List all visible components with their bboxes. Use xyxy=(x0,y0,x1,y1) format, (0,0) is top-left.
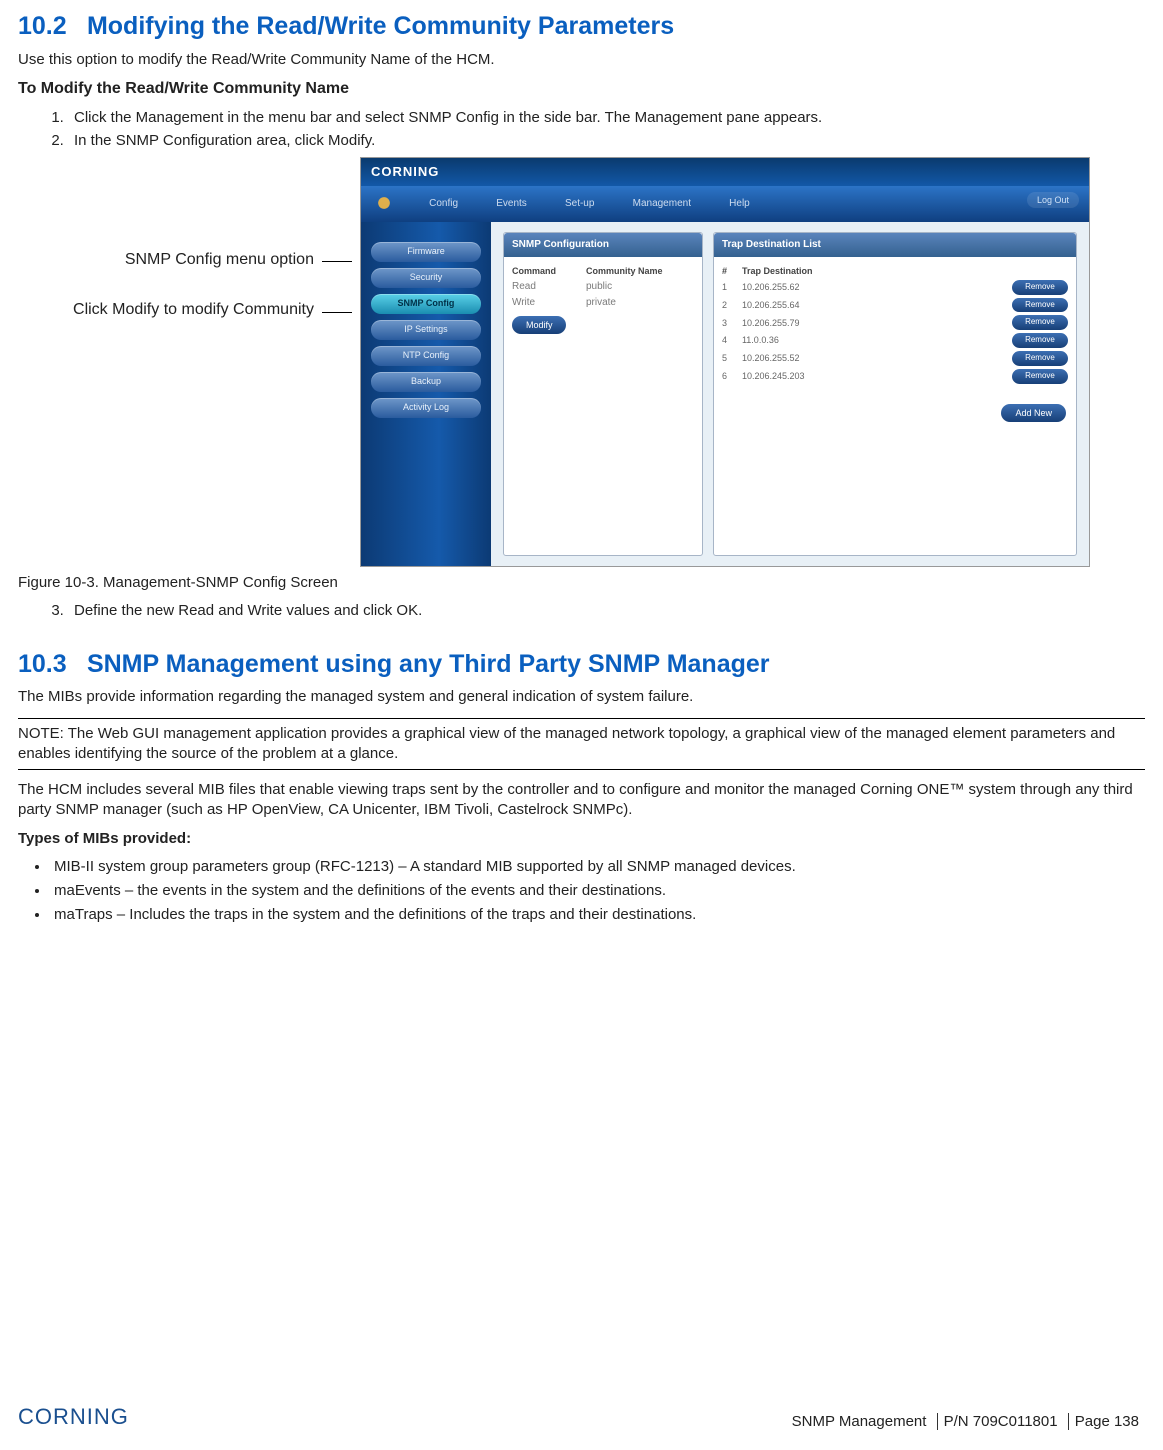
remove-button[interactable]: Remove xyxy=(1012,351,1068,366)
page-footer: CORNING SNMP Management P/N 709C011801 P… xyxy=(18,1402,1145,1432)
trap-destination-pane: Trap Destination List # Trap Destination… xyxy=(713,232,1077,556)
col-command: Command xyxy=(512,265,572,277)
mib-types-list: MIB-II system group parameters group (RF… xyxy=(18,857,1145,926)
annotation-connectors xyxy=(322,157,352,567)
bullet-mib2: MIB-II system group parameters group (RF… xyxy=(50,857,1145,877)
step-3: Define the new Read and Write values and… xyxy=(68,601,1145,621)
top-nav: Config Events Set-up Management Help xyxy=(361,186,1089,222)
footer-chapter: SNMP Management xyxy=(792,1413,933,1430)
logout-button[interactable]: Log Out xyxy=(1027,192,1079,208)
sidebar-item-backup[interactable]: Backup xyxy=(371,372,481,392)
trap-table: # Trap Destination 110.206.255.62Remove … xyxy=(722,265,1068,384)
step-2: In the SNMP Configuration area, click Mo… xyxy=(68,131,1145,151)
snmp-config-pane: SNMP Configuration Command Community Nam… xyxy=(503,232,703,556)
remove-button[interactable]: Remove xyxy=(1012,369,1068,384)
section-103-p1: The MIBs provide information regarding t… xyxy=(18,687,1145,707)
section-103-heading: 10.3 SNMP Management using any Third Par… xyxy=(18,648,1145,682)
remove-button[interactable]: Remove xyxy=(1012,315,1068,330)
annotation-column: SNMP Config menu option Click Modify to … xyxy=(73,157,314,567)
nav-help[interactable]: Help xyxy=(713,187,768,211)
section-102-subhead: To Modify the Read/Write Community Name xyxy=(18,78,1145,100)
remove-button[interactable]: Remove xyxy=(1012,280,1068,295)
modify-button[interactable]: Modify xyxy=(512,316,567,334)
snmp-config-title: SNMP Configuration xyxy=(504,233,702,257)
row-write-cmd: Write xyxy=(512,296,572,310)
footer-logo: CORNING xyxy=(18,1402,129,1432)
nav-home-icon[interactable] xyxy=(361,186,409,211)
sidebar-item-ntp-config[interactable]: NTP Config xyxy=(371,346,481,366)
section-102-heading: 10.2 Modifying the Read/Write Community … xyxy=(18,10,1145,44)
sidebar-item-security[interactable]: Security xyxy=(371,268,481,288)
steps-list-2: Define the new Read and Write values and… xyxy=(18,601,1145,621)
nav-management[interactable]: Management xyxy=(617,187,709,211)
row-read-cmd: Read xyxy=(512,280,572,294)
sidebar-item-activity-log[interactable]: Activity Log xyxy=(371,398,481,418)
row-write-val: private xyxy=(586,296,694,310)
bullet-maevents: maEvents – the events in the system and … xyxy=(50,881,1145,901)
bullet-matraps: maTraps – Includes the traps in the syst… xyxy=(50,905,1145,925)
section-102-number: 10.2 xyxy=(18,10,80,44)
annotation-snmp-config: SNMP Config menu option xyxy=(125,251,314,269)
sidebar-item-firmware[interactable]: Firmware xyxy=(371,242,481,262)
steps-list-1: Click the Management in the menu bar and… xyxy=(18,108,1145,152)
nav-setup[interactable]: Set-up xyxy=(549,187,612,211)
note-block: NOTE: The Web GUI management application… xyxy=(18,718,1145,771)
section-103-title: SNMP Management using any Third Party SN… xyxy=(87,650,770,678)
trap-col-dest: Trap Destination xyxy=(742,265,1012,277)
figure-wrap: SNMP Config menu option Click Modify to … xyxy=(18,157,1145,567)
row-read-val: public xyxy=(586,280,694,294)
trap-list-title: Trap Destination List xyxy=(714,233,1076,257)
app-brand: CORNING xyxy=(361,158,1089,186)
footer-right: SNMP Management P/N 709C011801 Page 138 xyxy=(792,1412,1145,1432)
section-103-number: 10.3 xyxy=(18,648,80,682)
add-new-button[interactable]: Add New xyxy=(1001,404,1066,422)
annotation-modify: Click Modify to modify Community xyxy=(73,301,314,319)
sidebar-item-ip-settings[interactable]: IP Settings xyxy=(371,320,481,340)
footer-page: Page 138 xyxy=(1068,1413,1145,1430)
embedded-screenshot: CORNING Config Events Set-up Management … xyxy=(360,157,1090,567)
nav-config[interactable]: Config xyxy=(413,187,476,211)
col-community: Community Name xyxy=(586,265,694,277)
section-102-intro: Use this option to modify the Read/Write… xyxy=(18,50,1145,70)
sidebar: Firmware Security SNMP Config IP Setting… xyxy=(361,222,491,566)
sidebar-item-snmp-config[interactable]: SNMP Config xyxy=(371,294,481,314)
types-heading: Types of MIBs provided: xyxy=(18,829,1145,849)
section-103-p2: The HCM includes several MIB files that … xyxy=(18,780,1145,821)
footer-pn: P/N 709C011801 xyxy=(937,1413,1064,1430)
nav-events[interactable]: Events xyxy=(480,187,545,211)
note-text: NOTE: The Web GUI management application… xyxy=(18,725,1115,762)
trap-col-num: # xyxy=(722,265,742,277)
remove-button[interactable]: Remove xyxy=(1012,298,1068,313)
figure-caption: Figure 10-3. Management-SNMP Config Scre… xyxy=(18,573,1145,593)
section-102-title: Modifying the Read/Write Community Param… xyxy=(87,12,674,40)
remove-button[interactable]: Remove xyxy=(1012,333,1068,348)
step-1: Click the Management in the menu bar and… xyxy=(68,108,1145,128)
